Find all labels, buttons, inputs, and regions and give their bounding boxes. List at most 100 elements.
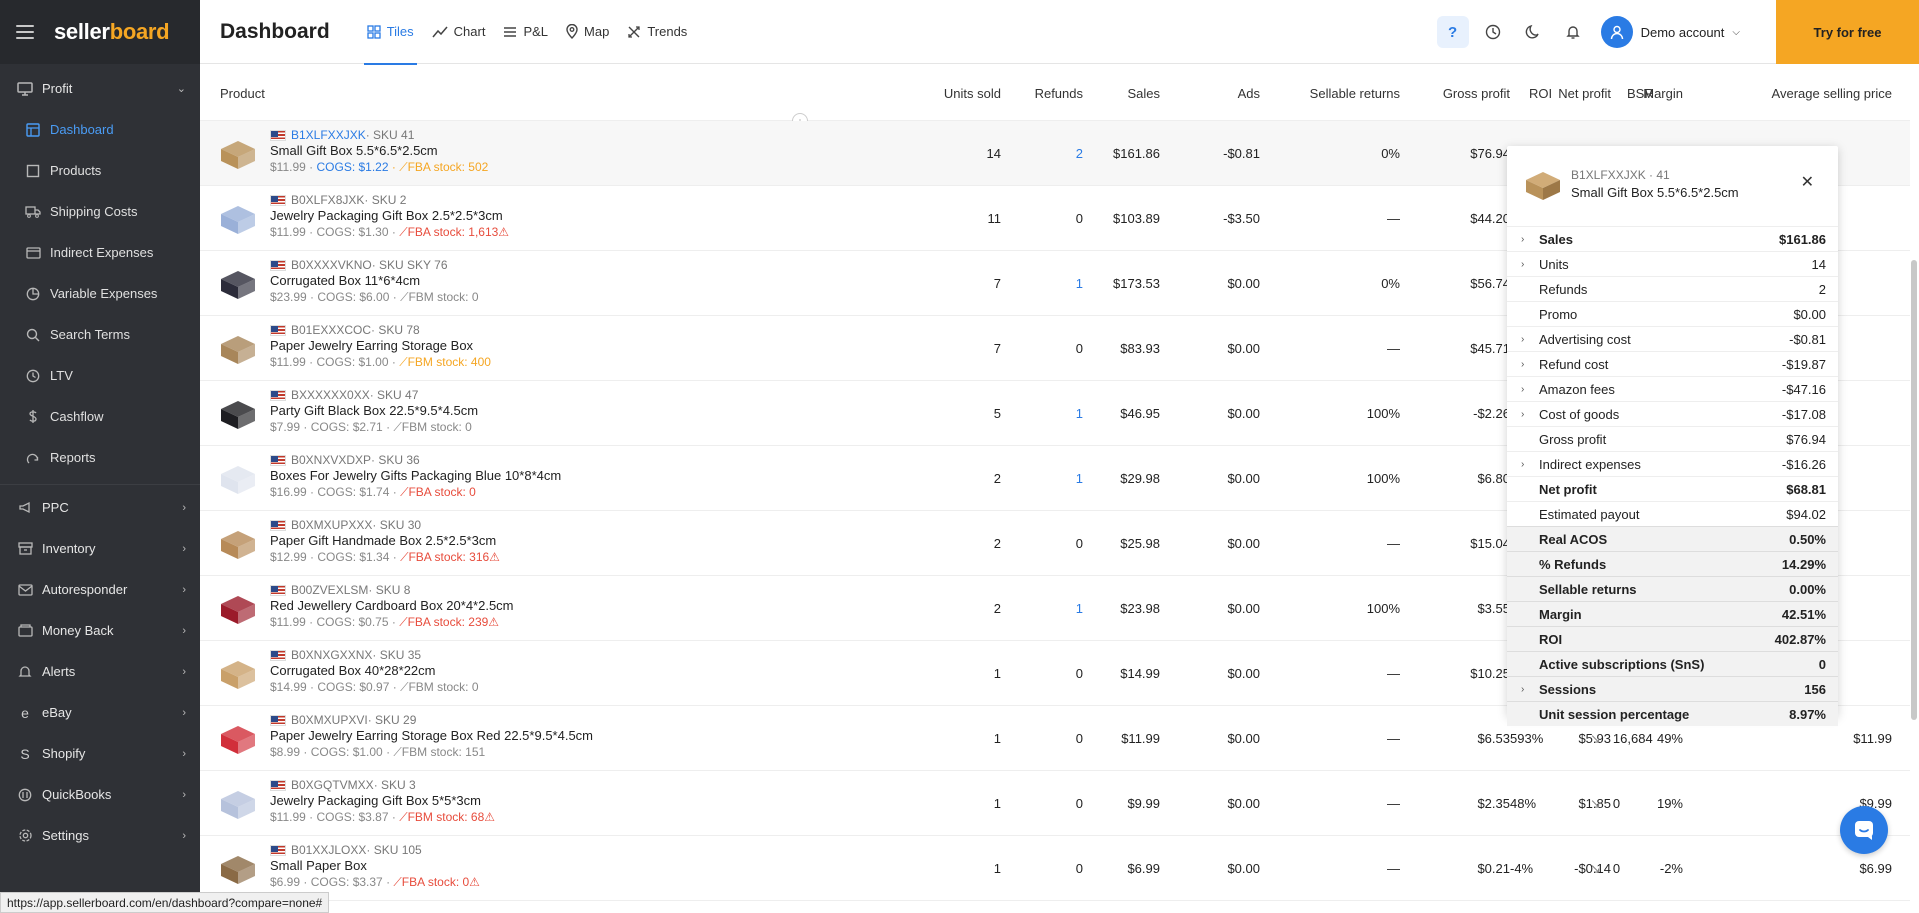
header-bsr[interactable]: BSR xyxy=(1627,65,1654,121)
asin: BXXXXXX0XX xyxy=(291,388,370,402)
sidebar-item-ppc[interactable]: PPC › xyxy=(0,487,200,528)
header-roi[interactable]: ROI xyxy=(1529,65,1552,121)
popup-row-amazon-fees[interactable]: › Amazon fees -$47.16 xyxy=(1507,376,1838,401)
product-thumbnail xyxy=(221,206,255,234)
chevron-right-icon[interactable]: › xyxy=(1521,684,1524,695)
tab-trends[interactable]: Trends xyxy=(618,0,696,64)
table-row[interactable]: B0XGQTVMXX · SKU 3 Jewelry Packaging Gift… xyxy=(200,771,1910,836)
cell-roi: 48% xyxy=(1510,796,1537,811)
chevron-right-icon[interactable]: › xyxy=(1521,334,1524,345)
tab-pl[interactable]: P&L xyxy=(494,0,557,64)
account-menu[interactable]: Demo account ⌵ xyxy=(1600,16,1740,48)
header-product[interactable]: Product xyxy=(220,65,265,121)
cell-sales: $46.95 xyxy=(1120,406,1160,421)
sidebar-item-alerts[interactable]: Alerts › xyxy=(0,651,200,692)
ppc-icon xyxy=(16,499,34,517)
scrollbar[interactable] xyxy=(1911,260,1917,720)
ebay-icon: e xyxy=(21,704,29,721)
popup-row-refund-cost[interactable]: › Refund cost -$19.87 xyxy=(1507,351,1838,376)
tab-map[interactable]: Map xyxy=(557,0,618,64)
chat-button[interactable] xyxy=(1840,806,1888,854)
sidebar-item-label: Money Back xyxy=(42,623,114,638)
popup-row-sessions[interactable]: › Sessions 156 xyxy=(1507,676,1838,701)
tab-label: Map xyxy=(584,24,610,39)
asin: B0XLFX8JXK xyxy=(291,193,365,207)
tab-tiles[interactable]: Tiles xyxy=(358,0,423,65)
header-units[interactable]: Units sold xyxy=(944,65,1001,121)
try-free-button[interactable]: Try for free xyxy=(1776,0,1919,64)
cell-refunds: 0 xyxy=(1075,211,1083,226)
asin: B0XGQTVMXX xyxy=(291,778,374,792)
moon-icon[interactable] xyxy=(1517,16,1549,48)
close-icon[interactable]: ✕ xyxy=(1801,172,1814,192)
header-asp[interactable]: Average selling price xyxy=(1772,65,1892,121)
cell-refunds[interactable]: 1 xyxy=(1076,251,1083,316)
header-sales[interactable]: Sales xyxy=(1127,65,1160,121)
popup-row-units[interactable]: › Units 14 xyxy=(1507,251,1838,276)
sidebar-item-ltv[interactable]: LTV xyxy=(0,355,200,396)
logo[interactable]: sellerboard xyxy=(54,19,170,45)
sidebar-item-shipping-costs[interactable]: Shipping Costs xyxy=(0,191,200,232)
menu-icon[interactable] xyxy=(16,25,34,39)
sidebar-item-money-back[interactable]: Money Back › xyxy=(0,610,200,651)
header-net[interactable]: Net profit xyxy=(1558,65,1611,121)
chevron-right-icon: › xyxy=(182,583,186,596)
cell-refunds[interactable]: 2 xyxy=(1076,121,1083,186)
cell-refunds[interactable]: 1 xyxy=(1076,446,1083,511)
cell-sales: $83.93 xyxy=(1120,341,1160,356)
account-name: Demo account xyxy=(1640,24,1725,40)
sidebar-item-reports[interactable]: Reports xyxy=(0,437,200,478)
sidebar-item-dashboard[interactable]: Dashboard xyxy=(0,109,200,150)
header-refunds[interactable]: Refunds xyxy=(1035,65,1083,121)
sidebar-item-label: Autoresponder xyxy=(42,582,128,597)
sidebar-item-variable-expenses[interactable]: Variable Expenses xyxy=(0,273,200,314)
chevron-right-icon[interactable]: › xyxy=(1521,259,1524,270)
sidebar-item-products[interactable]: Products xyxy=(0,150,200,191)
sidebar-item-autoresponder[interactable]: Autoresponder › xyxy=(0,569,200,610)
sidebar-item-cashflow[interactable]: Cashflow xyxy=(0,396,200,437)
sidebar-item-inventory[interactable]: Inventory › xyxy=(0,528,200,569)
chevron-right-icon[interactable]: › xyxy=(1521,234,1524,245)
cell-refunds: 0 xyxy=(1075,796,1083,811)
tab-chart[interactable]: Chart xyxy=(423,0,495,64)
header-gross[interactable]: Gross profit xyxy=(1443,65,1510,121)
chevron-right-icon[interactable]: › xyxy=(1521,409,1524,420)
chevron-right-icon[interactable]: › xyxy=(1521,359,1524,370)
cell-sellable: — xyxy=(1387,796,1400,811)
cell-ads: $0.00 xyxy=(1227,666,1260,681)
popup-row-sales[interactable]: › Sales $161.86 xyxy=(1507,226,1838,251)
trend-down-icon: ↘ xyxy=(1590,730,1601,746)
cell-units: 1 xyxy=(993,666,1001,681)
sidebar-item-quickbooks[interactable]: QuickBooks › xyxy=(0,774,200,815)
product-name: Paper Jewelry Earring Storage Box xyxy=(270,338,474,353)
chevron-right-icon[interactable]: › xyxy=(1521,384,1524,395)
sidebar-item-settings[interactable]: Settings › xyxy=(0,815,200,856)
clock-icon[interactable] xyxy=(1477,16,1509,48)
sidebar-item-label: Products xyxy=(50,163,102,178)
product-name: Paper Jewelry Earring Storage Box Red 22… xyxy=(270,728,594,743)
cell-refunds[interactable]: 1 xyxy=(1076,381,1083,446)
us-flag-icon xyxy=(270,844,286,856)
us-flag-icon xyxy=(270,259,286,271)
chevron-right-icon[interactable]: › xyxy=(1521,459,1524,470)
popup-row-indirect-expenses[interactable]: › Indirect expenses -$16.26 xyxy=(1507,451,1838,476)
help-button[interactable]: ? xyxy=(1436,16,1469,48)
sku: · SKU 2 xyxy=(364,193,407,207)
sidebar-item-shopify[interactable]: S Shopify › xyxy=(0,733,200,774)
sidebar-item-search-terms[interactable]: Search Terms xyxy=(0,314,200,355)
popup-row-cost-of-goods[interactable]: › Cost of goods -$17.08 xyxy=(1507,401,1838,426)
sidebar-item-indirect-expenses[interactable]: Indirect Expenses xyxy=(0,232,200,273)
bell-icon[interactable] xyxy=(1557,16,1589,48)
cell-refunds[interactable]: 1 xyxy=(1076,576,1083,641)
asin[interactable]: B1XLFXXJXK xyxy=(291,127,366,143)
popup-row-advertising-cost[interactable]: › Advertising cost -$0.81 xyxy=(1507,326,1838,351)
cogs-link[interactable]: COGS: $1.22 xyxy=(316,160,388,174)
header-ads[interactable]: Ads xyxy=(1238,65,1260,121)
table-row[interactable]: B01XXJLOXX · SKU 105 Small Paper Box $6.99… xyxy=(200,836,1910,901)
sidebar-item-profit[interactable]: Profit ⌄ xyxy=(0,68,200,109)
popup-row-unit-session-percentage: Unit session percentage 8.97% xyxy=(1507,701,1838,726)
popup-value: -$47.16 xyxy=(1781,381,1826,397)
sidebar-item-ebay[interactable]: e eBay › xyxy=(0,692,200,733)
header-sellable[interactable]: Sellable returns xyxy=(1310,65,1400,121)
chevron-right-icon: › xyxy=(182,665,186,678)
